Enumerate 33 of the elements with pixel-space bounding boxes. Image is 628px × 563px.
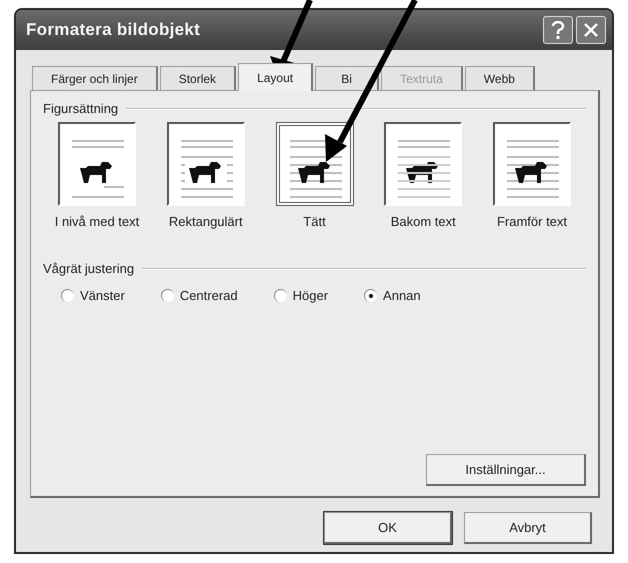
- radio-label: Centrerad: [180, 288, 238, 303]
- help-icon: [551, 21, 565, 39]
- tab[interactable]: Webb: [464, 66, 535, 90]
- option-label: I nivå med text: [54, 214, 140, 229]
- close-icon: [583, 22, 599, 38]
- help-button[interactable]: [543, 16, 573, 44]
- wrap-style-option[interactable]: [384, 122, 462, 206]
- settings-button[interactable]: Inställningar...: [426, 454, 586, 486]
- radio-label: Annan: [383, 288, 421, 303]
- cancel-button[interactable]: Avbryt: [464, 512, 592, 544]
- ok-button[interactable]: OK: [324, 512, 452, 544]
- radio-button[interactable]: [364, 289, 378, 302]
- tab[interactable]: Storlek: [160, 66, 236, 90]
- option-label: Bakom text: [390, 214, 456, 229]
- tab[interactable]: Färger och linjer: [32, 66, 158, 90]
- radio-button[interactable]: [61, 289, 74, 302]
- tab[interactable]: Bi: [315, 66, 380, 90]
- close-button[interactable]: [576, 16, 606, 44]
- tab[interactable]: Layout: [238, 63, 314, 91]
- wrap-style-option[interactable]: [166, 122, 245, 206]
- radio-button[interactable]: [160, 289, 174, 302]
- radio-label: Vänster: [80, 288, 125, 303]
- wrap-style-option[interactable]: [276, 122, 354, 206]
- window-title: Formatera bildobjekt: [26, 20, 202, 40]
- option-label: Tätt: [303, 214, 326, 229]
- option-label: Framför text: [496, 214, 568, 229]
- wrap-style-option[interactable]: [58, 122, 136, 206]
- group-title: Figursättning: [43, 101, 118, 116]
- group-title: Vågrät justering: [43, 261, 134, 276]
- radio-label: Höger: [292, 288, 328, 303]
- option-label: Rektangulärt: [168, 214, 243, 229]
- wrap-style-option[interactable]: [493, 122, 571, 206]
- radio-button[interactable]: [274, 289, 287, 302]
